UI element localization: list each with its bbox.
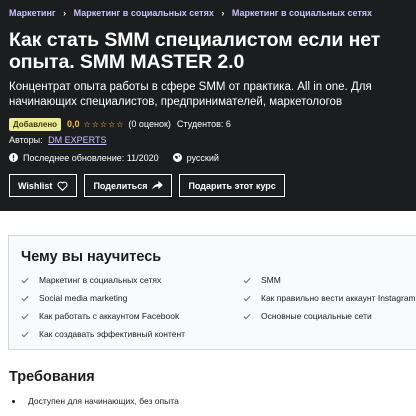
heart-icon xyxy=(57,181,68,191)
share-button[interactable]: Поделиться xyxy=(84,174,173,197)
course-header: Маркетинг › Маркетинг в социальных сетях… xyxy=(0,0,416,211)
list-item: Основные социальные сети xyxy=(243,311,372,321)
check-icon xyxy=(21,331,29,337)
students-count: Студентов: 6 xyxy=(176,119,231,129)
learn-item-text: Основные социальные сети xyxy=(261,311,372,321)
learn-item-text: Как правильно вести аккаунт Instagram xyxy=(261,293,416,303)
authors-label: Авторы: xyxy=(9,135,43,145)
rating-value: 0,0 xyxy=(67,119,80,129)
what-you-will-learn: Чему вы научитесь Маркетинг в социальных… xyxy=(8,235,416,350)
wishlist-button-label: Wishlist xyxy=(18,180,53,191)
rating-count-link[interactable]: (0 оценок) xyxy=(128,119,170,129)
check-icon xyxy=(243,277,251,283)
requirement-item: Доступен для начинающих, без опыта xyxy=(12,396,179,406)
wishlist-button[interactable]: Wishlist xyxy=(9,174,78,197)
author-link[interactable]: DM EXPERTS xyxy=(48,135,106,145)
share-arrow-icon xyxy=(152,181,164,190)
requirement-text: Доступен для начинающих, без опыта xyxy=(28,396,179,406)
learn-item-text: Social media marketing xyxy=(39,293,128,303)
learn-item-text: Как работать с аккаунтом Facebook xyxy=(39,311,180,321)
gift-course-button-label: Подарить этот курс xyxy=(188,180,276,191)
list-item: SMM xyxy=(243,275,281,285)
breadcrumb-item-social-marketing[interactable]: Маркетинг в социальных сетях xyxy=(74,8,214,18)
check-icon xyxy=(21,277,29,283)
list-item: Как правильно вести аккаунт Instagram xyxy=(243,293,416,303)
gift-course-button[interactable]: Подарить этот курс xyxy=(179,174,285,197)
star-rating-icon: ☆☆☆☆☆ xyxy=(83,119,125,129)
authors-row: Авторы: DM EXPERTS xyxy=(9,135,416,148)
check-icon xyxy=(243,295,251,301)
chevron-right-icon: › xyxy=(221,8,225,18)
action-buttons: Wishlist Поделиться Подарить этот курс xyxy=(9,174,416,197)
requirements-title: Требования xyxy=(9,369,95,385)
globe-icon xyxy=(172,153,182,162)
list-item: Маркетинг в социальных сетях xyxy=(21,275,161,285)
bullet-icon xyxy=(12,399,15,403)
check-icon xyxy=(21,313,29,319)
learn-item-text: SMM xyxy=(261,275,281,285)
learn-item-text: Маркетинг в социальных сетях xyxy=(39,275,162,285)
list-item: Как создавать эффективный контент xyxy=(21,329,185,339)
course-meta: Добавлено 0,0 ☆☆☆☆☆ (0 оценок) Студентов… xyxy=(9,117,416,131)
breadcrumb-item-social-marketing-topic[interactable]: Маркетинг в социальных сетях xyxy=(232,8,372,18)
breadcrumb-item-marketing[interactable]: Маркетинг xyxy=(9,8,56,18)
section-title: Чему вы научитесь xyxy=(21,249,162,265)
course-info-row: Последнее обновление: 11/2020 русский xyxy=(9,151,416,164)
share-button-label: Поделиться xyxy=(93,180,148,191)
list-item: Social media marketing xyxy=(21,293,127,303)
status-badge: Добавлено xyxy=(9,117,62,131)
check-icon xyxy=(21,295,29,301)
course-title: Как стать SMM специалистом если нет опыт… xyxy=(9,29,381,73)
course-subtitle: Концентрат опыта работы в сфере SMM от п… xyxy=(9,81,372,108)
breadcrumb: Маркетинг › Маркетинг в социальных сетях… xyxy=(9,8,416,22)
alert-info-icon xyxy=(9,153,18,162)
last-update-text: Последнее обновление: 11/2020 xyxy=(23,152,159,163)
language-text: русский xyxy=(186,152,219,163)
learn-item-text: Как создавать эффективный контент xyxy=(39,329,186,339)
list-item: Как работать с аккаунтом Facebook xyxy=(21,311,179,321)
chevron-right-icon: › xyxy=(63,8,67,18)
check-icon xyxy=(243,313,251,319)
